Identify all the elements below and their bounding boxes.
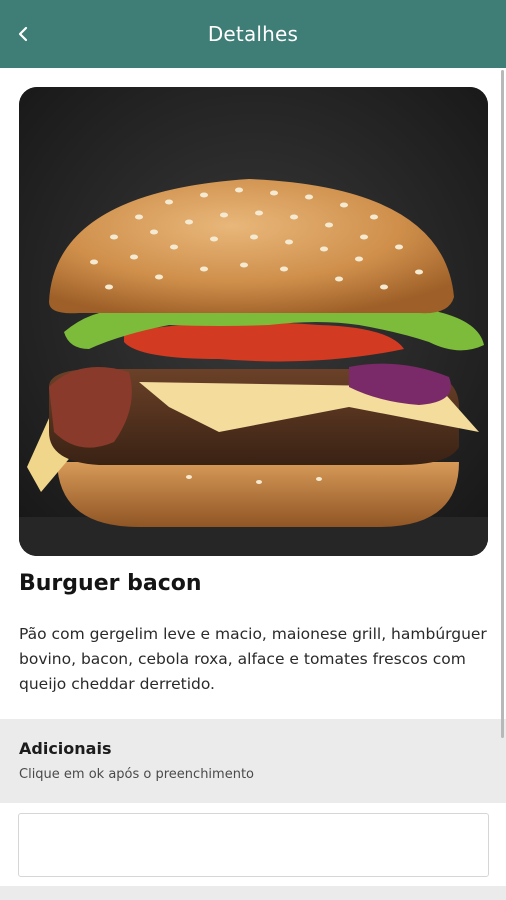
product-description: Pão com gergelim leve e macio, maionese … <box>19 625 487 693</box>
burger-photo <box>19 87 488 556</box>
page-title: Detalhes <box>207 22 299 46</box>
additions-input[interactable] <box>18 813 489 877</box>
additions-title: Adicionais <box>19 739 112 758</box>
app-header: Detalhes <box>0 0 506 68</box>
bottom-section <box>0 886 506 900</box>
back-button[interactable] <box>8 18 40 50</box>
product-image <box>19 87 488 556</box>
scrollbar[interactable] <box>501 70 504 738</box>
chevron-left-icon <box>18 26 28 42</box>
product-details-screen: Detalhes Burguer bacon Pão com gergelim … <box>0 0 506 900</box>
additions-hint: Clique em ok após o preenchimento <box>19 767 254 782</box>
additions-section: Adicionais Clique em ok após o preenchim… <box>0 719 506 803</box>
product-name: Burguer bacon <box>19 571 202 596</box>
